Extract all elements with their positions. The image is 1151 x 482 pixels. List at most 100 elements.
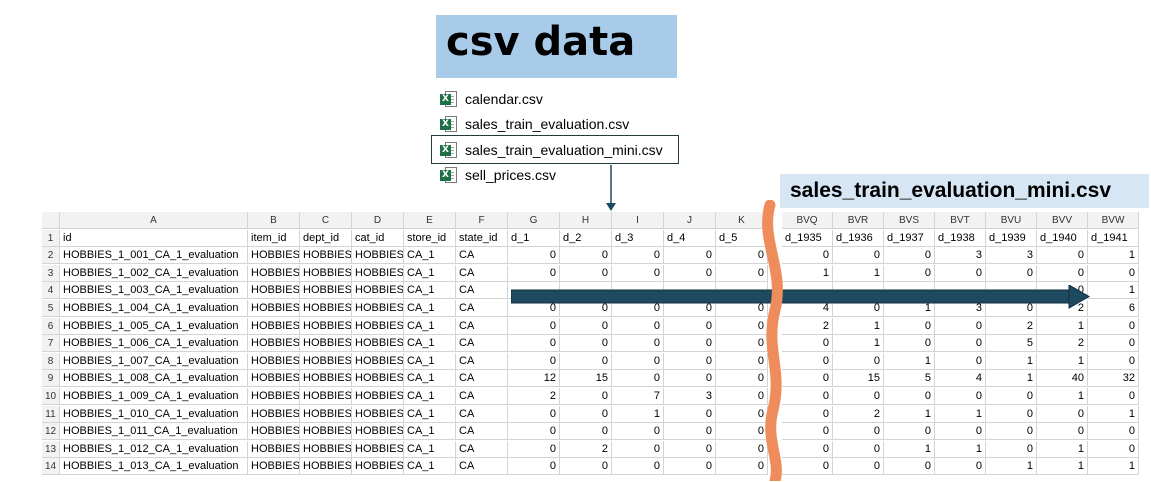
column-letter[interactable]: J: [664, 212, 716, 229]
cell[interactable]: CA: [456, 458, 508, 476]
cell[interactable]: HOBBIES_: [300, 317, 352, 335]
cell[interactable]: HOBBIES_: [248, 335, 300, 353]
cell[interactable]: CA: [456, 440, 508, 458]
cell[interactable]: HOBBIES_1_002_CA_1_evaluation: [60, 264, 248, 282]
cell[interactable]: HOBBIES_: [300, 282, 352, 300]
cell[interactable]: HOBBIES_: [300, 423, 352, 441]
cell[interactable]: CA: [456, 282, 508, 300]
cell[interactable]: 2: [560, 440, 612, 458]
column-letter[interactable]: BVW: [1088, 212, 1139, 229]
cell[interactable]: 0: [833, 247, 884, 265]
cell[interactable]: 0: [986, 423, 1037, 441]
cell[interactable]: 1: [833, 335, 884, 353]
cell[interactable]: HOBBIES_: [300, 335, 352, 353]
cell[interactable]: 1: [612, 405, 664, 423]
row-number[interactable]: 8: [42, 352, 60, 370]
cell[interactable]: HOBBIES_1_006_CA_1_evaluation: [60, 335, 248, 353]
cell[interactable]: CA_1: [404, 264, 456, 282]
cell[interactable]: 0: [664, 335, 716, 353]
cell[interactable]: HOBBIES: [352, 264, 404, 282]
cell[interactable]: 0: [1088, 388, 1139, 405]
cell[interactable]: HOBBIES: [352, 370, 404, 388]
cell[interactable]: 1: [884, 440, 935, 458]
column-letter[interactable]: E: [404, 212, 456, 229]
column-letter[interactable]: C: [300, 212, 352, 229]
cell[interactable]: 0: [1037, 264, 1088, 282]
cell[interactable]: HOBBIES_1_001_CA_1_evaluation: [60, 247, 248, 265]
cell[interactable]: HOBBIES_1_012_CA_1_evaluation: [60, 440, 248, 458]
header-cell[interactable]: d_1940: [1037, 229, 1088, 247]
row-number[interactable]: 2: [42, 247, 60, 265]
cell[interactable]: 7: [612, 388, 664, 405]
cell[interactable]: 0: [884, 458, 935, 476]
cell[interactable]: CA: [456, 423, 508, 441]
cell[interactable]: 5: [986, 335, 1037, 353]
cell[interactable]: HOBBIES_: [248, 440, 300, 458]
header-cell[interactable]: dept_id: [300, 229, 352, 247]
cell[interactable]: HOBBIES: [352, 440, 404, 458]
cell[interactable]: CA: [456, 352, 508, 370]
cell[interactable]: HOBBIES_: [300, 458, 352, 476]
cell[interactable]: 1: [884, 352, 935, 370]
cell[interactable]: 0: [560, 352, 612, 370]
cell[interactable]: 1: [1037, 440, 1088, 458]
header-cell[interactable]: d_4: [664, 229, 716, 247]
cell[interactable]: 5: [884, 370, 935, 388]
cell[interactable]: 0: [986, 264, 1037, 282]
cell[interactable]: HOBBIES: [352, 317, 404, 335]
column-letter[interactable]: H: [560, 212, 612, 229]
cell[interactable]: 0: [612, 264, 664, 282]
cell[interactable]: 0: [935, 458, 986, 476]
cell[interactable]: HOBBIES: [352, 300, 404, 317]
row-number[interactable]: 3: [42, 264, 60, 282]
cell[interactable]: 0: [560, 388, 612, 405]
cell[interactable]: HOBBIES_: [300, 264, 352, 282]
cell[interactable]: HOBBIES_1_011_CA_1_evaluation: [60, 423, 248, 441]
cell[interactable]: CA_1: [404, 440, 456, 458]
cell[interactable]: 0: [833, 423, 884, 441]
column-letter[interactable]: I: [612, 212, 664, 229]
cell[interactable]: 0: [508, 317, 560, 335]
header-cell[interactable]: id: [60, 229, 248, 247]
cell[interactable]: HOBBIES_: [248, 423, 300, 441]
cell[interactable]: CA_1: [404, 352, 456, 370]
cell[interactable]: 1: [1088, 247, 1139, 265]
cell[interactable]: 4: [935, 370, 986, 388]
header-cell[interactable]: cat_id: [352, 229, 404, 247]
cell[interactable]: HOBBIES_1_004_CA_1_evaluation: [60, 300, 248, 317]
column-letter[interactable]: F: [456, 212, 508, 229]
cell[interactable]: HOBBIES_1_007_CA_1_evaluation: [60, 352, 248, 370]
cell[interactable]: 0: [664, 264, 716, 282]
cell[interactable]: 0: [560, 405, 612, 423]
cell[interactable]: 0: [560, 264, 612, 282]
cell[interactable]: 3: [986, 247, 1037, 265]
cell[interactable]: 1: [986, 458, 1037, 476]
cell[interactable]: HOBBIES_: [248, 264, 300, 282]
select-all-corner[interactable]: [42, 212, 60, 229]
cell[interactable]: HOBBIES_: [248, 300, 300, 317]
cell[interactable]: 2: [1037, 335, 1088, 353]
cell[interactable]: HOBBIES: [352, 458, 404, 476]
cell[interactable]: CA: [456, 300, 508, 317]
cell[interactable]: 0: [612, 370, 664, 388]
column-letter[interactable]: BVS: [884, 212, 935, 229]
cell[interactable]: HOBBIES_: [248, 458, 300, 476]
cell[interactable]: HOBBIES: [352, 352, 404, 370]
cell[interactable]: 6: [1088, 300, 1139, 317]
cell[interactable]: 0: [833, 388, 884, 405]
cell[interactable]: 2: [508, 388, 560, 405]
cell[interactable]: 1: [1088, 282, 1139, 300]
cell[interactable]: 0: [508, 405, 560, 423]
cell[interactable]: 0: [612, 247, 664, 265]
cell[interactable]: 1: [833, 317, 884, 335]
cell[interactable]: HOBBIES_: [300, 300, 352, 317]
cell[interactable]: 0: [560, 458, 612, 476]
cell[interactable]: CA_1: [404, 370, 456, 388]
row-number[interactable]: 13: [42, 440, 60, 458]
cell[interactable]: 0: [1088, 423, 1139, 441]
cell[interactable]: CA_1: [404, 300, 456, 317]
cell[interactable]: CA: [456, 247, 508, 265]
file-item[interactable]: Xcalendar.csv: [440, 88, 543, 110]
cell[interactable]: 12: [508, 370, 560, 388]
cell[interactable]: 1: [986, 352, 1037, 370]
